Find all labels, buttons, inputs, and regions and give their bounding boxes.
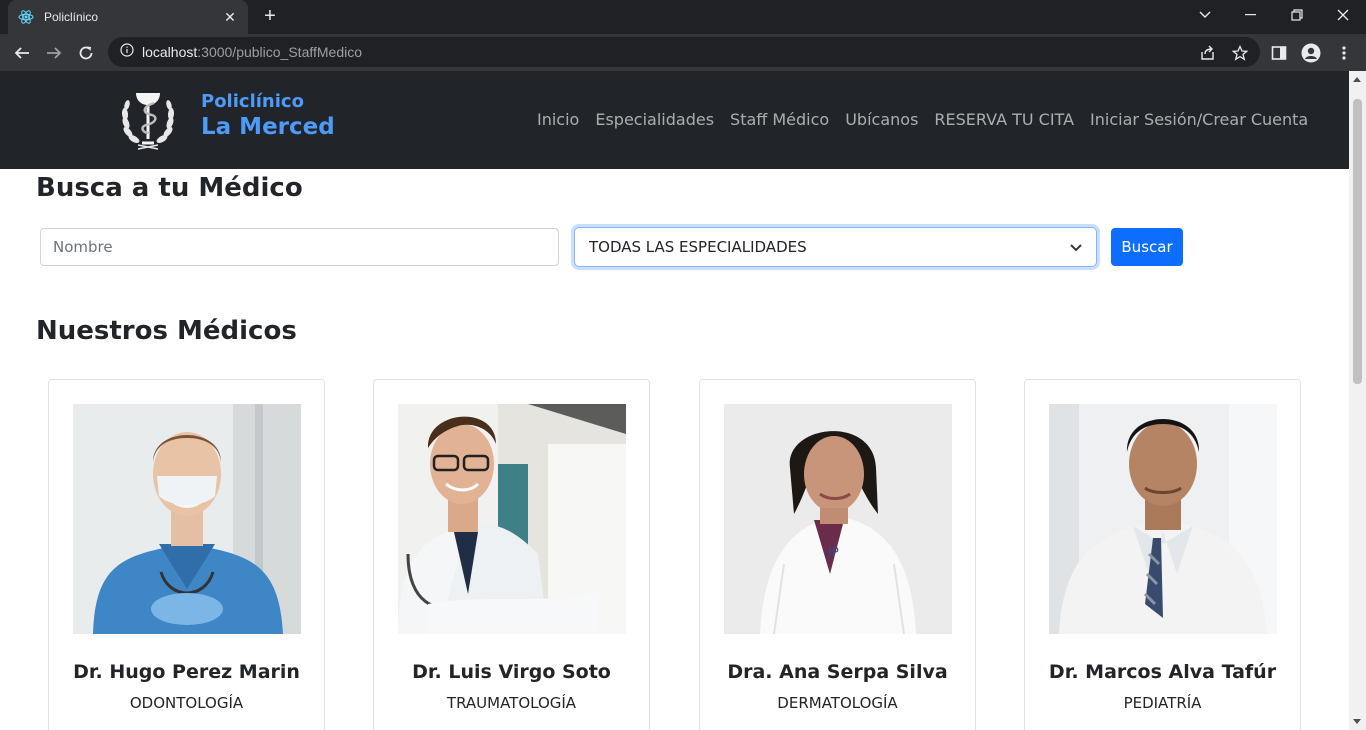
new-tab-button[interactable]: + xyxy=(258,6,282,28)
specialty-select-value: TODAS LAS ESPECIALIDADES xyxy=(589,238,807,256)
doctor-photo xyxy=(73,404,301,634)
search-heading: Busca a tu Médico xyxy=(36,173,303,203)
tab-title: Policlínico xyxy=(44,10,99,24)
nav-link-reserva-cita[interactable]: RESERVA TU CITA xyxy=(934,110,1074,129)
bookmark-star-icon[interactable] xyxy=(1227,40,1253,66)
doctor-specialty: TRAUMATOLOGÍA xyxy=(446,694,577,712)
name-search-input[interactable] xyxy=(40,228,559,266)
chevron-down-icon xyxy=(1070,238,1082,256)
page-viewport: Policlínico La Merced Inicio Especialida… xyxy=(0,71,1349,730)
menu-kebab-icon[interactable] xyxy=(1331,40,1357,66)
pharmacy-emblem-logo[interactable] xyxy=(116,87,180,151)
url-text: localhost:3000/publico_StaffMedico xyxy=(142,44,362,60)
doctor-card[interactable]: JP Dra. Ana Serpa Silva DERMATOLOGÍA xyxy=(699,379,976,730)
site-navbar: Policlínico La Merced Inicio Especialida… xyxy=(0,71,1349,169)
scroll-down-arrow-icon[interactable] xyxy=(1353,719,1361,724)
scroll-up-arrow-icon[interactable] xyxy=(1353,77,1361,82)
search-button[interactable]: Buscar xyxy=(1111,228,1183,266)
share-icon[interactable] xyxy=(1195,40,1221,66)
nav-link-especialidades[interactable]: Especialidades xyxy=(595,110,714,129)
doctor-photo: JP xyxy=(724,404,952,634)
doctor-photo xyxy=(1049,404,1277,634)
scrollbar-thumb[interactable] xyxy=(1353,99,1362,384)
url-host: localhost xyxy=(142,44,198,60)
site-info-icon[interactable] xyxy=(120,42,134,62)
url-path: :3000/publico_StaffMedico xyxy=(197,44,363,60)
doctor-name: Dr. Hugo Perez Marin xyxy=(73,661,300,683)
browser-tabstrip: Policlínico ✕ + xyxy=(0,0,1366,34)
doctor-card[interactable]: Dr. Hugo Perez Marin ODONTOLOGÍA xyxy=(48,379,325,730)
profile-icon[interactable] xyxy=(1298,40,1324,66)
main-nav: Inicio Especialidades Staff Médico Ubíca… xyxy=(537,110,1308,129)
specialty-select[interactable]: TODAS LAS ESPECIALIDADES xyxy=(574,227,1097,267)
react-icon xyxy=(18,9,34,25)
tab-close-icon[interactable]: ✕ xyxy=(222,9,238,26)
side-panel-icon[interactable] xyxy=(1266,40,1292,66)
brand[interactable]: Policlínico La Merced xyxy=(201,91,335,140)
doctor-name: Dr. Luis Virgo Soto xyxy=(412,661,611,683)
tab-search-icon[interactable] xyxy=(1182,0,1228,30)
forward-icon[interactable] xyxy=(41,40,67,66)
back-icon[interactable] xyxy=(9,40,35,66)
doctor-name: Dra. Ana Serpa Silva xyxy=(727,661,948,683)
close-window-icon[interactable] xyxy=(1320,0,1366,30)
minimize-icon[interactable] xyxy=(1228,0,1274,30)
doctor-card[interactable]: Dr. Marcos Alva Tafúr PEDIATRÍA xyxy=(1024,379,1301,730)
brand-line-2: La Merced xyxy=(201,114,335,140)
nav-link-login[interactable]: Iniciar Sesión/Crear Cuenta xyxy=(1090,110,1308,129)
browser-toolbar: localhost:3000/publico_StaffMedico xyxy=(0,34,1366,71)
nav-link-inicio[interactable]: Inicio xyxy=(537,110,579,129)
brand-line-1: Policlínico xyxy=(201,91,304,112)
doctor-specialty: DERMATOLOGÍA xyxy=(777,694,898,712)
nav-link-ubicanos[interactable]: Ubícanos xyxy=(845,110,918,129)
doctor-specialty: ODONTOLOGÍA xyxy=(129,694,244,712)
restore-icon[interactable] xyxy=(1274,0,1320,30)
reload-icon[interactable] xyxy=(73,40,99,66)
doctors-heading: Nuestros Médicos xyxy=(36,316,297,346)
page-scrollbar[interactable] xyxy=(1349,71,1366,730)
svg-text:JP: JP xyxy=(827,545,839,559)
doctor-name: Dr. Marcos Alva Tafúr xyxy=(1048,661,1277,683)
doctor-photo xyxy=(398,404,626,634)
browser-tab[interactable]: Policlínico ✕ xyxy=(8,0,248,34)
doctor-specialty: PEDIATRÍA xyxy=(1123,694,1202,712)
doctor-card[interactable]: Dr. Luis Virgo Soto TRAUMATOLOGÍA xyxy=(373,379,650,730)
nav-link-staff-medico[interactable]: Staff Médico xyxy=(730,110,829,129)
address-bar[interactable]: localhost:3000/publico_StaffMedico xyxy=(108,37,1260,67)
